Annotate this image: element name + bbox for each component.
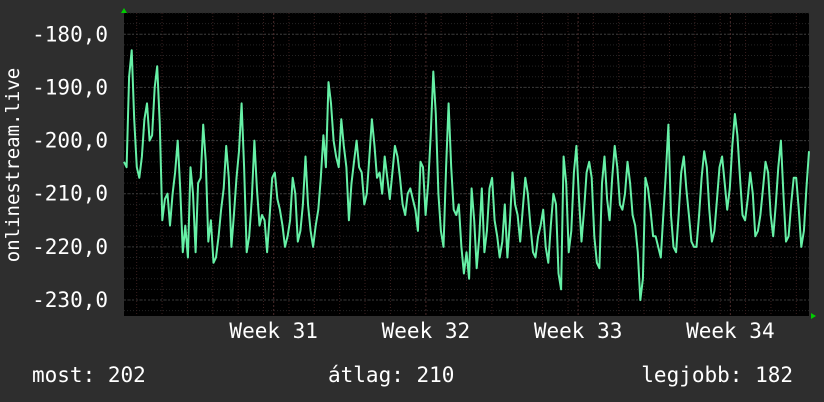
y-tick-label: -200,0 — [32, 129, 108, 153]
y-tick-label: -210,0 — [32, 182, 108, 206]
x-tick-label: Week 33 — [534, 319, 623, 343]
y-tick-label: -220,0 — [32, 235, 108, 259]
y-tick-label: -230,0 — [32, 288, 108, 312]
chart: -180,0 -190,0 -200,0 -210,0 -220,0 -230,0 Wee… — [0, 0, 824, 402]
best-value-label: legjobb: 182 — [641, 363, 793, 387]
average-value-label: átlag: 210 — [328, 363, 454, 387]
x-tick-label: Week 34 — [686, 319, 775, 343]
y-tick-label: -180,0 — [32, 22, 108, 46]
x-tick-label: Week 32 — [382, 319, 471, 343]
current-value-label: most: 202 — [32, 363, 146, 387]
y-tick-label: -190,0 — [32, 75, 108, 99]
x-tick-label: Week 31 — [229, 319, 318, 343]
y-axis-label: onlinestream.live — [2, 68, 24, 262]
